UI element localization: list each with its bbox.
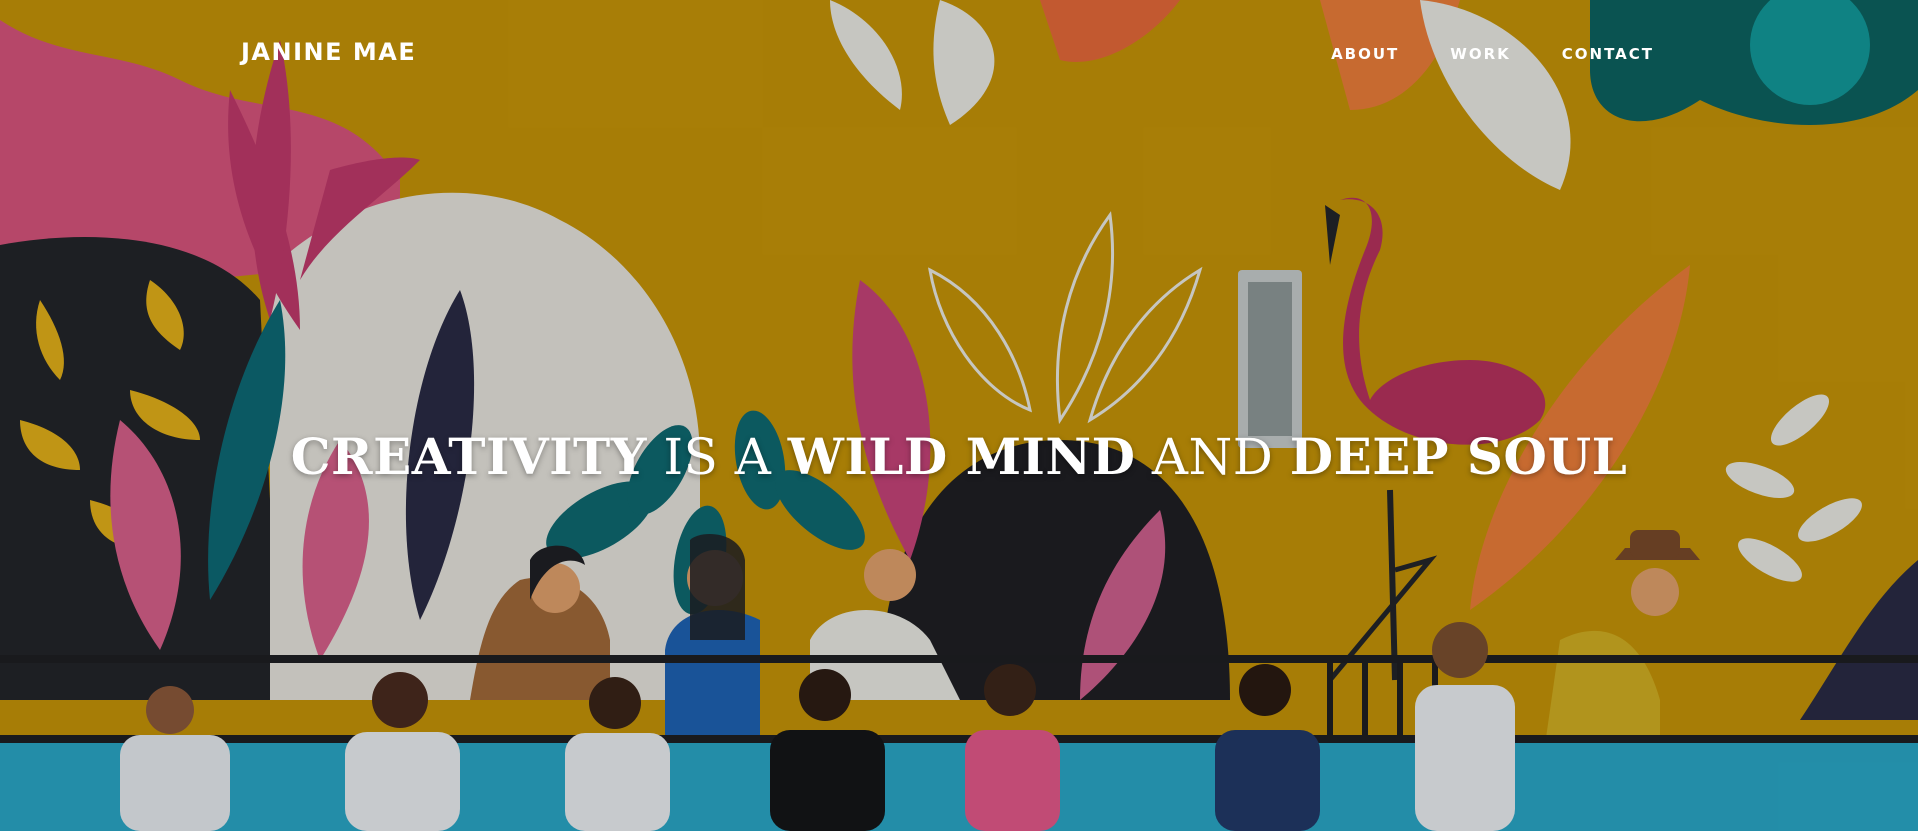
hero-section: JANINE MAE ABOUT WORK CONTACT CREATIVITY… [0,0,1918,831]
nav-link-about[interactable]: ABOUT [1331,45,1399,63]
headline-word-wild-mind: WILD MIND [787,426,1136,486]
nav-menu: ABOUT WORK CONTACT [1331,45,1654,63]
brand-logo[interactable]: JANINE MAE [241,38,416,66]
headline-word-creativity: CREATIVITY [290,426,647,486]
headline-word-deep-soul: DEEP SOUL [1289,426,1628,486]
hero-headline: CREATIVITY IS A WILD MIND AND DEEP SOUL [0,427,1918,486]
top-navigation: JANINE MAE ABOUT WORK CONTACT [0,0,1918,110]
headline-word-and: AND [1135,427,1290,486]
headline-word-is-a: IS A [646,427,788,486]
hero-overlay [0,0,1918,831]
nav-link-work[interactable]: WORK [1450,45,1510,63]
nav-link-contact[interactable]: CONTACT [1562,45,1654,63]
